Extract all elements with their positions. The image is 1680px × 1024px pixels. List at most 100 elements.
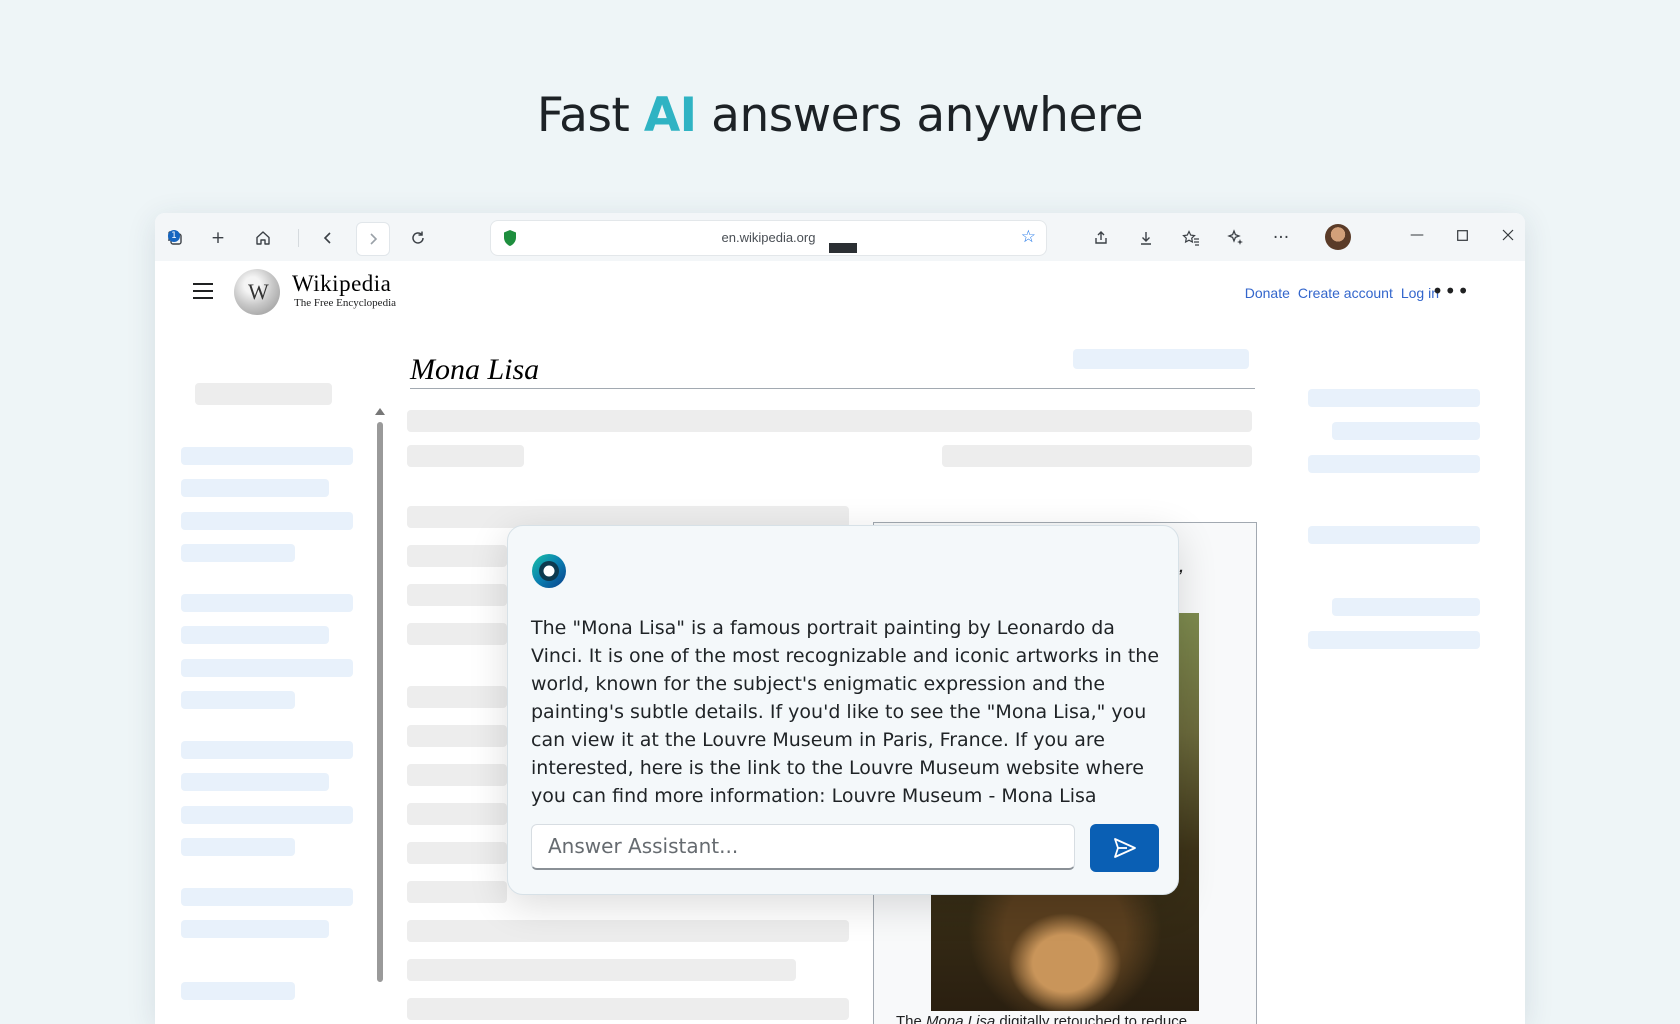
tools-item-placeholder [1308, 631, 1480, 649]
wikipedia-globe-logo[interactable]: W [234, 269, 280, 315]
refresh-button[interactable] [402, 222, 434, 254]
text-line-placeholder [407, 998, 849, 1020]
maximize-icon [1456, 229, 1468, 241]
hero-heading: Fast AI answers anywhere [0, 88, 1680, 143]
minimize-button[interactable]: — [1397, 215, 1437, 255]
maximize-button[interactable] [1442, 215, 1482, 255]
download-button[interactable] [1130, 222, 1162, 254]
toc-item-placeholder [181, 741, 353, 759]
toc-item-placeholder [181, 447, 353, 465]
toc-item-placeholder [181, 544, 295, 562]
toc-item-placeholder [181, 773, 329, 791]
toc-item-placeholder [181, 982, 295, 1000]
send-button[interactable] [1090, 824, 1159, 872]
toc-item-placeholder [181, 888, 353, 906]
scroll-up-icon[interactable] [375, 408, 385, 415]
assistant-logo-icon [532, 554, 566, 588]
image-caption: The Mona Lisa digitally retouched to red… [896, 1013, 1187, 1024]
text-line-placeholder [407, 545, 507, 567]
tools-item-placeholder [1332, 422, 1480, 440]
wikipedia-tagline: The Free Encyclopedia [294, 297, 397, 309]
assistant-input[interactable]: Answer Assistant... [531, 824, 1075, 870]
caption-the: The [896, 1013, 922, 1024]
tools-item-placeholder [1308, 455, 1480, 473]
hero-prefix: Fast [536, 88, 630, 143]
text-line-placeholder [407, 920, 849, 942]
refresh-icon [412, 231, 424, 244]
toc-item-placeholder [181, 626, 329, 644]
copilot-icon [1227, 229, 1243, 245]
hero-accent: AI [643, 88, 697, 143]
text-line-placeholder [407, 842, 507, 864]
favorites-icon [1182, 230, 1199, 246]
back-button[interactable] [312, 222, 344, 254]
toc-item-placeholder [181, 838, 295, 856]
tools-item-placeholder [1332, 598, 1480, 616]
share-button[interactable] [1085, 222, 1117, 254]
wikipedia-wordmark[interactable]: Wikipedia [292, 271, 391, 297]
text-line-placeholder [942, 445, 1252, 467]
browser-toolbar: 1 + en.wikipedia.org ☆ ··· — [155, 213, 1525, 261]
toc-scrollbar[interactable] [375, 408, 385, 984]
hero-suffix: answers anywhere [711, 88, 1144, 143]
donate-link[interactable]: Donate [1245, 285, 1290, 301]
tab-count-badge: 1 [168, 230, 180, 242]
cursor-icon [827, 241, 859, 255]
share-icon [1095, 231, 1107, 244]
toc-heading-placeholder [195, 383, 332, 405]
assistant-answer-text: The "Mona Lisa" is a famous portrait pai… [531, 617, 1160, 807]
back-icon [323, 232, 331, 244]
tabs-button[interactable]: 1 [159, 222, 191, 254]
favorites-button[interactable] [1175, 222, 1207, 254]
text-line-placeholder [407, 881, 507, 903]
toc-item-placeholder [181, 691, 295, 709]
address-bar[interactable]: en.wikipedia.org ☆ [490, 220, 1047, 256]
tools-item-placeholder [1308, 526, 1480, 544]
answer-assistant-popup: The "Mona Lisa" is a famous portrait pai… [507, 525, 1179, 895]
text-line-placeholder [407, 445, 524, 467]
text-line-placeholder [407, 584, 507, 606]
toc-item-placeholder [181, 479, 329, 497]
forward-icon [370, 233, 378, 245]
more-options-icon[interactable]: ••• [1432, 279, 1470, 303]
text-line-placeholder [407, 959, 796, 981]
article-title: Mona Lisa [410, 353, 540, 386]
text-line-placeholder [407, 764, 507, 786]
title-divider [410, 388, 1255, 389]
toc-item-placeholder [181, 659, 353, 677]
caption-title: Mona Lisa [926, 1013, 996, 1024]
new-tab-button[interactable]: + [202, 222, 234, 254]
favorite-star-icon[interactable]: ☆ [1021, 227, 1036, 247]
send-icon [1113, 838, 1136, 858]
download-icon [1141, 232, 1151, 245]
scrollbar-thumb[interactable] [377, 422, 383, 982]
caption-rest: digitally retouched to reduce [999, 1013, 1188, 1024]
tools-item-placeholder [1308, 389, 1480, 407]
text-line-placeholder [407, 803, 507, 825]
toc-item-placeholder [181, 806, 353, 824]
language-selector-placeholder [1073, 349, 1249, 369]
text-line-placeholder [407, 410, 1252, 432]
profile-avatar[interactable] [1325, 224, 1351, 250]
menu-icon[interactable] [193, 283, 213, 299]
toc-item-placeholder [181, 920, 329, 938]
text-line-placeholder [407, 623, 507, 645]
close-button[interactable] [1488, 215, 1525, 255]
copilot-button[interactable] [1220, 222, 1252, 254]
home-icon [256, 231, 270, 245]
url-text: en.wikipedia.org [721, 230, 816, 245]
more-icon: ··· [1272, 228, 1290, 248]
text-line-placeholder [407, 686, 507, 708]
home-button[interactable] [247, 222, 279, 254]
close-icon [1502, 229, 1514, 241]
toolbar-separator [298, 229, 299, 247]
toc-item-placeholder [181, 512, 353, 530]
create-account-link[interactable]: Create account [1298, 285, 1393, 301]
new-tab-icon: + [210, 228, 226, 248]
minimize-icon: — [1410, 227, 1424, 243]
forward-button[interactable] [356, 222, 390, 256]
more-button[interactable]: ··· [1265, 222, 1297, 254]
text-line-placeholder [407, 725, 507, 747]
user-links: Donate Create account Log in [1237, 285, 1439, 301]
toc-item-placeholder [181, 594, 353, 612]
